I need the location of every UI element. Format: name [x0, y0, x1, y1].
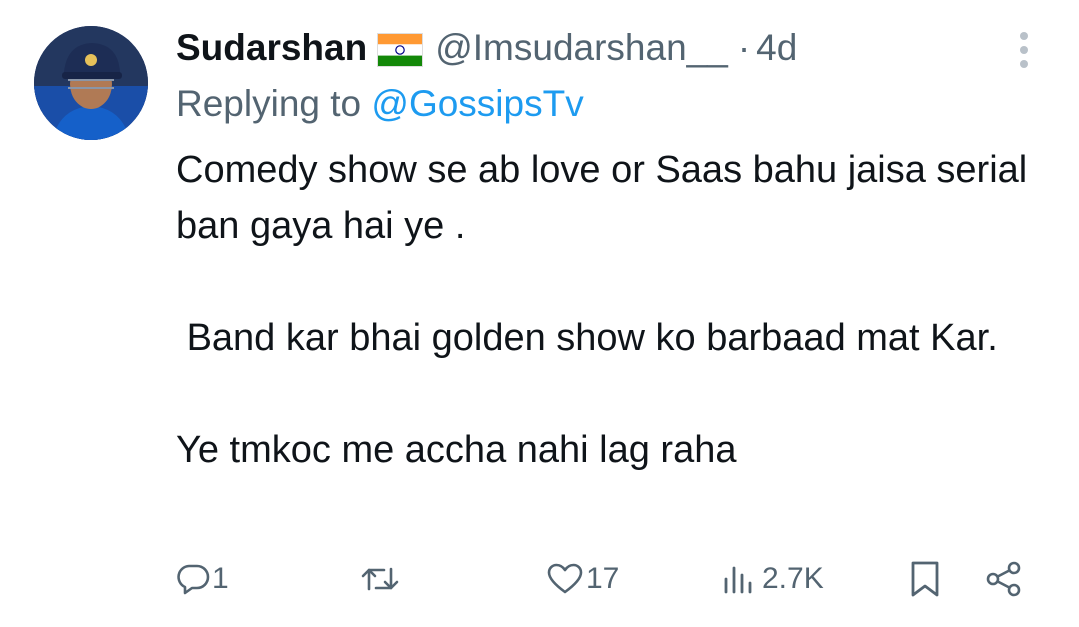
timestamp[interactable]: 4d: [756, 26, 797, 70]
separator-dot: ·: [737, 27, 751, 68]
tweet-card[interactable]: Sudarshan @Imsudarshan__ · 4d Replying t…: [0, 0, 1079, 627]
reply-icon: [176, 562, 210, 596]
bookmark-button[interactable]: [908, 555, 942, 603]
like-count: 17: [586, 562, 620, 595]
share-button[interactable]: [984, 555, 1024, 603]
user-handle[interactable]: @Imsudarshan__: [435, 26, 728, 70]
tweet-header: Sudarshan @Imsudarshan__ · 4d: [176, 26, 797, 70]
retweet-button[interactable]: [360, 555, 402, 603]
replying-prefix: Replying to: [176, 83, 372, 124]
avatar-image: [34, 26, 148, 140]
tweet-text: Comedy show se ab love or Saas bahu jais…: [176, 142, 1036, 478]
tweet-paragraph: Comedy show se ab love or Saas bahu jais…: [176, 149, 1038, 247]
avatar[interactable]: [34, 26, 148, 140]
reply-button[interactable]: 1: [176, 555, 229, 603]
views-button[interactable]: 2.7K: [722, 555, 824, 603]
retweet-icon: [360, 562, 400, 596]
display-name[interactable]: Sudarshan: [176, 26, 367, 70]
more-vertical-icon[interactable]: [1012, 28, 1036, 72]
views-count: 2.7K: [762, 562, 824, 595]
replying-handle-link[interactable]: @GossipsTv: [371, 83, 583, 124]
reply-count: 1: [212, 562, 229, 595]
tweet-paragraph: Ye tmkoc me accha nahi lag raha: [176, 429, 737, 471]
heart-icon: [546, 562, 584, 596]
action-bar: 1 17 2.7K: [176, 555, 1036, 603]
tweet-paragraph: Band kar bhai golden show ko barbaad mat…: [176, 317, 998, 359]
bookmark-icon: [908, 560, 942, 598]
india-flag-icon: [377, 33, 424, 67]
like-button[interactable]: 17: [546, 555, 619, 603]
replying-to: Replying to @GossipsTv: [176, 80, 584, 128]
share-icon: [984, 560, 1024, 598]
views-icon: [722, 562, 760, 596]
